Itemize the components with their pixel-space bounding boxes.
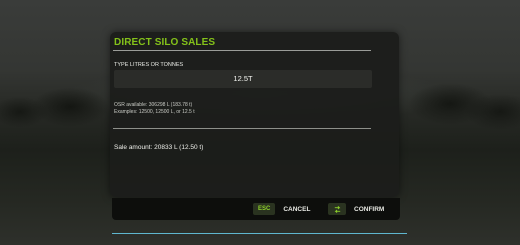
cancel-label: CANCEL xyxy=(283,205,311,213)
confirm-label: CONFIRM xyxy=(354,205,385,213)
title-divider xyxy=(113,50,371,51)
swap-arrows-icon xyxy=(328,203,346,215)
amount-field-label: TYPE LITRES OR TONNES xyxy=(114,62,184,68)
confirm-button[interactable]: CONFIRM xyxy=(328,202,384,216)
esc-key-badge: ESC xyxy=(253,203,276,215)
dialog-title: DIRECT SILO SALES xyxy=(114,37,216,48)
dialog-footer: ESC CANCEL CONFIRM xyxy=(112,198,400,220)
available-text: OSR available: 306298 L (183.78 t) xyxy=(114,102,193,108)
section-divider xyxy=(113,128,371,129)
examples-text: Examples: 12500, 12500 L, or 12.5 t xyxy=(114,109,195,115)
amount-input[interactable]: 12.5T xyxy=(114,70,372,88)
cancel-button[interactable]: ESC CANCEL xyxy=(253,202,310,216)
sale-amount-text: Sale amount: 20833 L (12.50 t) xyxy=(114,144,204,151)
bottom-accent-line xyxy=(112,233,407,234)
silo-sales-dialog: DIRECT SILO SALES TYPE LITRES OR TONNES … xyxy=(110,32,399,197)
